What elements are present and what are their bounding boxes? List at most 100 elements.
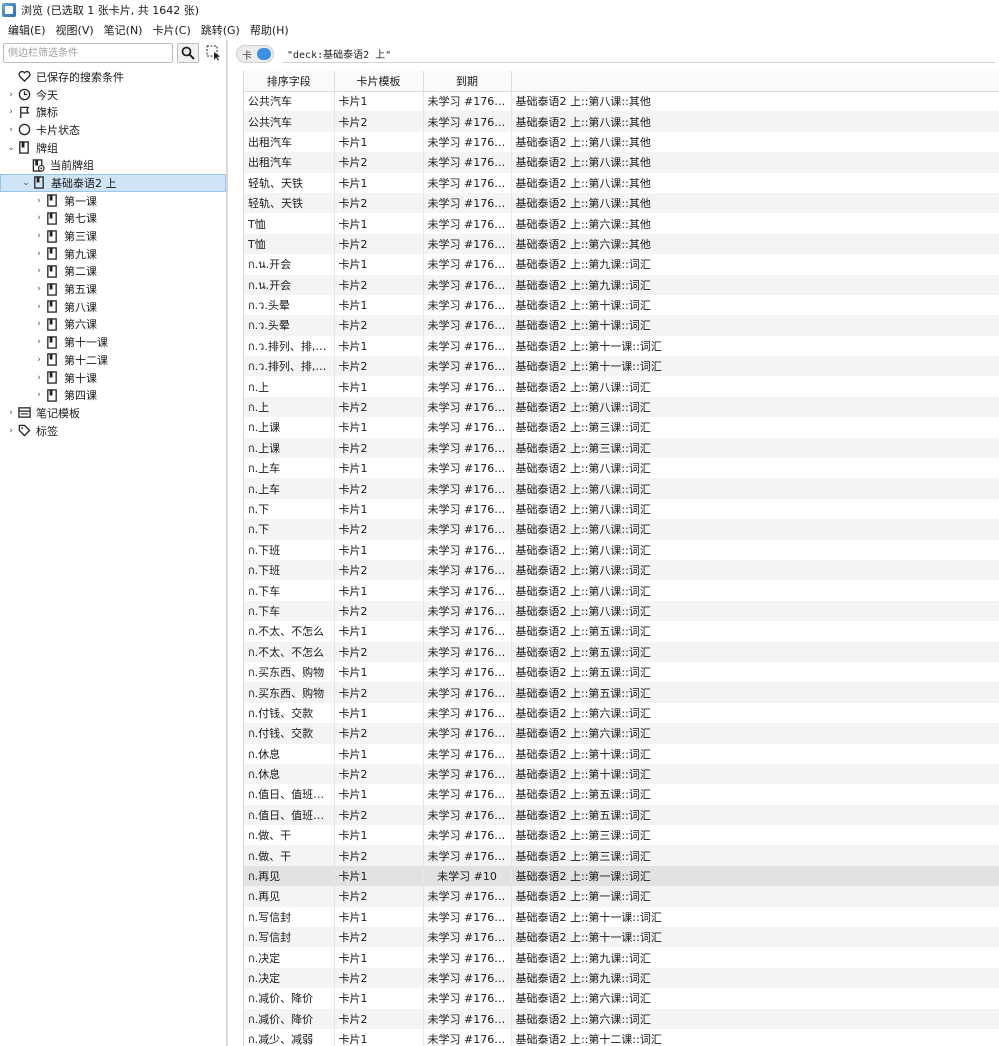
table-row[interactable]: ก.写信封 卡片1 未学习 #17606... 基础泰语2 上::第十一课::词汇 <box>244 906 999 928</box>
chevron-right-icon[interactable]: › <box>33 301 45 313</box>
column-header-card-template[interactable]: 卡片模板 <box>334 71 424 92</box>
chevron-right-icon[interactable]: › <box>33 283 45 295</box>
chevron-right-icon[interactable]: › <box>33 248 45 260</box>
table-row[interactable]: ก.下班 卡片1 未学习 #17604... 基础泰语2 上::第八课::词汇 <box>244 539 999 560</box>
table-row[interactable]: ก.写信封 卡片2 未学习 #17606... 基础泰语2 上::第十一课::词汇 <box>244 927 999 948</box>
table-row[interactable]: ก.买东西、购物 卡片1 未学习 #17602... 基础泰语2 上::第五课::词汇 <box>244 661 999 683</box>
table-row[interactable]: ก.ว.排列、排,并... 卡片1 未学习 #17606... 基础泰语2 上::第十… <box>244 335 999 357</box>
table-row[interactable]: ก.下 卡片2 未学习 #17604... 基础泰语2 上::第八课::词汇 <box>244 519 999 540</box>
sidebar-item[interactable]: › 第七课 <box>0 210 226 228</box>
table-row[interactable]: ก.减价、降价 卡片2 未学习 #17602... 基础泰语2 上::第六课::词汇 <box>244 1008 999 1029</box>
chevron-right-icon[interactable]: › <box>5 425 17 437</box>
chevron-right-icon[interactable]: › <box>33 265 45 277</box>
sidebar-search-input[interactable] <box>3 43 174 63</box>
table-row[interactable]: ก.下 卡片1 未学习 #17604... 基础泰语2 上::第八课::词汇 <box>244 498 999 520</box>
table-row[interactable]: ก.下车 卡片1 未学习 #17604... 基础泰语2 上::第八课::词汇 <box>244 580 999 601</box>
sidebar-item[interactable]: › 今天 <box>0 86 226 104</box>
sidebar-item[interactable]: › 第三课 <box>0 227 226 245</box>
table-row[interactable]: ก.ว.头晕 卡片2 未学习 #17605... 基础泰语2 上::第十课::词汇 <box>244 315 999 336</box>
table-row[interactable]: 出租汽车 卡片2 未学习 #17604... 基础泰语2 上::第八课::其他 <box>244 152 999 173</box>
sidebar-item[interactable]: 已保存的搜索条件 <box>0 68 226 86</box>
table-row[interactable]: ก.付钱、交款 卡片2 未学习 #17602... 基础泰语2 上::第六课::词汇 <box>244 723 999 744</box>
sidebar-item[interactable]: › 标签 <box>0 422 226 440</box>
sidebar-item[interactable]: › 第十课 <box>0 369 226 387</box>
table-row[interactable]: ก.不太、不怎么 卡片1 未学习 #17601... 基础泰语2 上::第五课::词汇 <box>244 621 999 642</box>
sidebar-item[interactable]: ⌄ 基础泰语2 上 <box>0 174 226 192</box>
table-row[interactable]: ก.做、干 卡片1 未学习 #17600... 基础泰语2 上::第三课::词汇 <box>244 825 999 846</box>
menu-item-4[interactable]: 跳转(G) <box>197 22 244 38</box>
chevron-down-icon[interactable]: ⌄ <box>20 177 32 189</box>
table-row[interactable]: ก.上 卡片1 未学习 #17604... 基础泰语2 上::第八课::词汇 <box>244 376 999 397</box>
sidebar-item[interactable]: › 第十一课 <box>0 333 226 351</box>
table-row[interactable]: ก.再见 卡片1 未学习 #10 基础泰语2 上::第一课::词汇 <box>244 865 999 887</box>
table-row[interactable]: ก.上课 卡片1 未学习 #17600... 基础泰语2 上::第三课::词汇 <box>244 417 999 438</box>
chevron-right-icon[interactable]: › <box>33 336 45 348</box>
menu-item-0[interactable]: 编辑(E) <box>4 22 50 38</box>
column-header-deck[interactable] <box>511 71 999 92</box>
sidebar-item[interactable]: ⌄ 牌组 <box>0 139 226 157</box>
table-row[interactable]: 公共汽车 卡片2 未学习 #17604... 基础泰语2 上::第八课::其他 <box>244 111 999 132</box>
search-button[interactable] <box>177 43 200 63</box>
table-row[interactable]: ก.再见 卡片2 未学习 #17607... 基础泰语2 上::第一课::词汇 <box>244 886 999 907</box>
sidebar-item[interactable]: › 第四课 <box>0 386 226 404</box>
sidebar-item[interactable]: › 卡片状态 <box>0 121 226 139</box>
table-row[interactable]: 公共汽车 卡片1 未学习 #17604... 基础泰语2 上::第八课::其他 <box>244 91 999 112</box>
sidebar-item[interactable]: › 第二课 <box>0 263 226 281</box>
table-row[interactable]: ก.ว.头晕 卡片1 未学习 #17605... 基础泰语2 上::第十课::词汇 <box>244 294 999 316</box>
chevron-right-icon[interactable]: › <box>33 354 45 366</box>
table-row[interactable]: ก.休息 卡片2 未学习 #17605... 基础泰语2 上::第十课::词汇 <box>244 763 999 785</box>
table-row[interactable]: ก.决定 卡片2 未学习 #17605... 基础泰语2 上::第九课::词汇 <box>244 967 999 989</box>
table-row[interactable]: ก.买东西、购物 卡片2 未学习 #17602... 基础泰语2 上::第五课::词汇 <box>244 682 999 703</box>
cards-notes-toggle[interactable]: 卡 <box>236 45 274 63</box>
table-row[interactable]: 轻轨、天铁 卡片2 未学习 #17604... 基础泰语2 上::第八课::其他 <box>244 192 999 214</box>
search-query-input[interactable] <box>283 45 996 63</box>
sidebar-item[interactable]: › 第八课 <box>0 298 226 316</box>
chevron-down-icon[interactable]: ⌄ <box>5 142 17 154</box>
sidebar-item[interactable]: 当前牌组 <box>0 156 226 174</box>
chevron-right-icon[interactable]: › <box>5 407 17 419</box>
table-row[interactable]: ก.做、干 卡片2 未学习 #17600... 基础泰语2 上::第三课::词汇 <box>244 845 999 866</box>
sidebar-item[interactable]: › 笔记模板 <box>0 404 226 422</box>
table-row[interactable]: ก.上课 卡片2 未学习 #17600... 基础泰语2 上::第三课::词汇 <box>244 437 999 459</box>
table-row[interactable]: ก.决定 卡片1 未学习 #17605... 基础泰语2 上::第九课::词汇 <box>244 947 999 968</box>
table-row[interactable]: ก.值日、值班、... 卡片1 未学习 #17602... 基础泰语2 上::第五课:… <box>244 784 999 805</box>
table-row[interactable]: ก.上车 卡片2 未学习 #17604... 基础泰语2 上::第八课::词汇 <box>244 478 999 499</box>
table-row[interactable]: ก.上车 卡片1 未学习 #17604... 基础泰语2 上::第八课::词汇 <box>244 458 999 479</box>
sidebar-item[interactable]: › 第九课 <box>0 245 226 263</box>
column-header-sort-field[interactable]: 排序字段 <box>244 71 335 92</box>
table-row[interactable]: 轻轨、天铁 卡片1 未学习 #17604... 基础泰语2 上::第八课::其他 <box>244 172 999 193</box>
chevron-right-icon[interactable]: › <box>33 372 45 384</box>
chevron-right-icon[interactable]: › <box>5 124 17 136</box>
table-row[interactable]: ก.ว.排列、排,并... 卡片2 未学习 #17606... 基础泰语2 上::第十… <box>244 356 999 377</box>
chevron-right-icon[interactable]: › <box>33 195 45 207</box>
table-row[interactable]: ก.น.开会 卡片2 未学习 #17604... 基础泰语2 上::第九课::词汇 <box>244 274 999 295</box>
sidebar-item[interactable]: › 第五课 <box>0 280 226 298</box>
chevron-right-icon[interactable]: › <box>33 230 45 242</box>
table-row[interactable]: ก.น.开会 卡片1 未学习 #17604... 基础泰语2 上::第九课::词汇 <box>244 254 999 275</box>
table-row[interactable]: ก.上 卡片2 未学习 #17604... 基础泰语2 上::第八课::词汇 <box>244 396 999 418</box>
menu-item-1[interactable]: 视图(V) <box>52 22 98 38</box>
table-row[interactable]: ก.下车 卡片2 未学习 #17604... 基础泰语2 上::第八课::词汇 <box>244 600 999 622</box>
menu-item-3[interactable]: 卡片(C) <box>148 22 194 38</box>
menu-item-5[interactable]: 帮助(H) <box>246 22 293 38</box>
table-row[interactable]: ก.减价、降价 卡片1 未学习 #17602... 基础泰语2 上::第六课::词汇 <box>244 988 999 1009</box>
chevron-right-icon[interactable]: › <box>33 389 45 401</box>
sidebar-item[interactable]: › 第六课 <box>0 316 226 334</box>
table-row[interactable]: ก.减少、减弱 卡片1 未学习 #17607... 基础泰语2 上::第十二课::词汇 <box>244 1028 999 1046</box>
table-row[interactable]: ก.不太、不怎么 卡片2 未学习 #17601... 基础泰语2 上::第五课::词汇 <box>244 641 999 662</box>
sidebar-item[interactable]: › 第十二课 <box>0 351 226 369</box>
chevron-right-icon[interactable]: › <box>5 89 17 101</box>
table-row[interactable]: T恤 卡片1 未学习 #17603... 基础泰语2 上::第六课::其他 <box>244 213 999 234</box>
column-header-due[interactable]: 到期 <box>423 71 512 92</box>
table-row[interactable]: ก.休息 卡片1 未学习 #17605... 基础泰语2 上::第十课::词汇 <box>244 743 999 764</box>
menu-item-2[interactable]: 笔记(N) <box>100 22 147 38</box>
table-row[interactable]: ก.下班 卡片2 未学习 #17604... 基础泰语2 上::第八课::词汇 <box>244 559 999 581</box>
select-mode-button[interactable] <box>203 43 225 63</box>
chevron-right-icon[interactable]: › <box>33 318 45 330</box>
sidebar-item[interactable]: › 旗标 <box>0 103 226 121</box>
chevron-right-icon[interactable]: › <box>33 212 45 224</box>
table-row[interactable]: ก.值日、值班、... 卡片2 未学习 #17602... 基础泰语2 上::第五课:… <box>244 804 999 826</box>
sidebar-item[interactable]: › 第一课 <box>0 192 226 210</box>
table-row[interactable]: 出租汽车 卡片1 未学习 #17604... 基础泰语2 上::第八课::其他 <box>244 131 999 153</box>
table-row[interactable]: T恤 卡片2 未学习 #17603... 基础泰语2 上::第六课::其他 <box>244 233 999 255</box>
